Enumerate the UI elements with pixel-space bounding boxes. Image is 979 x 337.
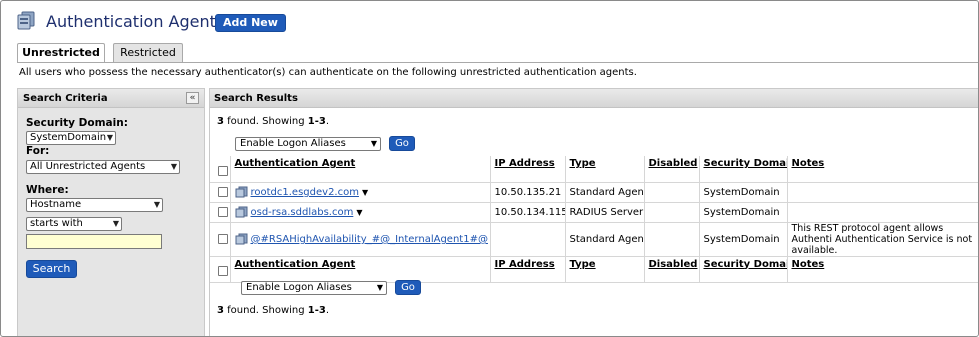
- table-row: osd-rsa.sddlabs.com ▼ 10.50.134.115 RADIU…: [210, 202, 978, 223]
- results-count-end: .: [325, 116, 330, 127]
- results-table: Authentication Agent IP Address Type Dis…: [210, 156, 978, 283]
- row-checkbox[interactable]: [218, 206, 228, 217]
- search-criteria-title: Search Criteria: [23, 93, 108, 104]
- disabled-cell: [643, 182, 699, 203]
- agent-icon: [235, 233, 247, 245]
- column-footer-notes[interactable]: Notes: [786, 256, 978, 283]
- results-count-range: 1-3: [307, 305, 326, 316]
- for-select[interactable]: All Unrestricted Agents ▼: [26, 160, 180, 174]
- domain-cell: SystemDomain: [698, 222, 787, 257]
- results-count-end: .: [325, 305, 330, 316]
- logon-aliases-select-bottom[interactable]: Enable Logon Aliases ▼: [241, 281, 387, 295]
- type-cell: Standard Agent: [564, 222, 644, 257]
- where-operator-select[interactable]: starts with ▼: [26, 217, 122, 231]
- results-count-number: 3: [217, 116, 224, 127]
- logon-aliases-select-top[interactable]: Enable Logon Aliases ▼: [235, 137, 381, 151]
- collapse-panel-icon[interactable]: «: [186, 92, 199, 104]
- row-checkbox[interactable]: [218, 186, 228, 197]
- results-count-number: 3: [217, 305, 224, 316]
- agent-link[interactable]: rootdc1.esgdev2.com: [251, 187, 359, 198]
- disabled-cell: [643, 222, 699, 257]
- tab-unrestricted[interactable]: Unrestricted: [17, 43, 105, 63]
- for-value: All Unrestricted Agents: [30, 161, 146, 172]
- go-button-bottom[interactable]: Go: [395, 280, 421, 295]
- results-count-text: found. Showing: [223, 116, 308, 127]
- page-header: Authentication Agents Add New: [1, 1, 978, 41]
- column-header-domain[interactable]: Security Domain: [698, 156, 787, 183]
- chevron-down-icon: ▼: [106, 133, 113, 142]
- search-results-title: Search Results: [214, 93, 298, 104]
- results-count-range: 1-3: [307, 116, 326, 127]
- ip-cell: 10.50.135.21: [489, 182, 565, 203]
- notes-cell: This REST protocol agent allows Authenti…: [786, 222, 978, 257]
- chevron-down-icon: ▼: [112, 219, 119, 228]
- type-cell: RADIUS Server: [564, 202, 644, 223]
- where-field-select[interactable]: Hostname ▼: [26, 198, 163, 212]
- column-footer-agent[interactable]: Authentication Agent: [229, 256, 490, 283]
- table-row: @#RSAHighAvailability_#@_InternalAgent1#…: [210, 222, 978, 257]
- search-criteria-header: Search Criteria «: [18, 89, 204, 108]
- go-button-top[interactable]: Go: [389, 136, 415, 151]
- logon-aliases-value: Enable Logon Aliases: [246, 282, 352, 293]
- security-domain-value: SystemDomain: [30, 132, 107, 143]
- page-title: Authentication Agents: [46, 12, 225, 31]
- column-footer-domain[interactable]: Security Domain: [698, 256, 787, 283]
- domain-cell: SystemDomain: [698, 202, 787, 223]
- type-cell: Standard Agent: [564, 182, 644, 203]
- domain-cell: SystemDomain: [698, 182, 787, 203]
- column-header-agent[interactable]: Authentication Agent: [229, 156, 490, 183]
- security-domain-label: Security Domain:: [26, 117, 128, 129]
- table-header-row: Authentication Agent IP Address Type Dis…: [210, 156, 978, 183]
- column-header-type[interactable]: Type: [564, 156, 644, 183]
- agent-link[interactable]: @#RSAHighAvailability_#@_InternalAgent1#…: [251, 234, 488, 245]
- context-menu-icon[interactable]: ▼: [356, 208, 362, 217]
- column-header-ip[interactable]: IP Address: [489, 156, 565, 183]
- column-footer-type[interactable]: Type: [564, 256, 644, 283]
- select-all-checkbox-bottom[interactable]: [218, 265, 228, 276]
- results-count-top: 3 found. Showing 1-3.: [217, 116, 329, 127]
- select-all-checkbox[interactable]: [218, 166, 228, 177]
- chevron-down-icon: ▼: [170, 162, 177, 171]
- search-results-header: Search Results: [210, 89, 978, 108]
- search-button[interactable]: Search: [26, 260, 77, 278]
- ip-cell: [489, 222, 565, 257]
- agent-icon: [235, 206, 247, 218]
- where-text-input[interactable]: [26, 234, 162, 249]
- tab-divider: [17, 62, 978, 63]
- where-field-value: Hostname: [30, 199, 82, 210]
- authentication-agent-icon: [17, 11, 35, 30]
- agent-link[interactable]: osd-rsa.sddlabs.com: [251, 207, 354, 218]
- tab-description: All users who possess the necessary auth…: [19, 67, 637, 78]
- notes-cell: [786, 182, 978, 203]
- table-footer-row: Authentication Agent IP Address Type Dis…: [210, 256, 978, 283]
- context-menu-icon[interactable]: ▼: [362, 188, 368, 197]
- logon-aliases-value: Enable Logon Aliases: [240, 138, 346, 149]
- where-operator-value: starts with: [30, 218, 83, 229]
- column-footer-disabled[interactable]: Disabled: [643, 256, 699, 283]
- app-window: Authentication Agents Add New Unrestrict…: [0, 0, 979, 337]
- ip-cell: 10.50.134.115: [489, 202, 565, 223]
- column-footer-ip[interactable]: IP Address: [489, 256, 565, 283]
- chevron-down-icon: ▼: [376, 283, 383, 292]
- row-checkbox[interactable]: [218, 233, 228, 244]
- results-count-bottom: 3 found. Showing 1-3.: [217, 305, 329, 316]
- agent-icon: [235, 186, 247, 198]
- tab-restricted[interactable]: Restricted: [113, 43, 183, 62]
- where-label: Where:: [26, 184, 69, 196]
- column-header-notes[interactable]: Notes: [786, 156, 978, 183]
- security-domain-select[interactable]: SystemDomain ▼: [26, 131, 116, 145]
- search-criteria-panel: Search Criteria « Security Domain: Syste…: [17, 88, 205, 336]
- column-header-disabled[interactable]: Disabled: [643, 156, 699, 183]
- search-results-panel: Search Results 3 found. Showing 1-3. Ena…: [209, 88, 978, 336]
- results-count-text: found. Showing: [223, 305, 308, 316]
- chevron-down-icon: ▼: [370, 139, 377, 148]
- notes-cell: [786, 202, 978, 223]
- for-label: For:: [26, 145, 50, 157]
- chevron-down-icon: ▼: [153, 200, 160, 209]
- disabled-cell: [643, 202, 699, 223]
- table-row: rootdc1.esgdev2.com ▼ 10.50.135.21 Standa…: [210, 182, 978, 203]
- add-new-button[interactable]: Add New: [215, 14, 286, 32]
